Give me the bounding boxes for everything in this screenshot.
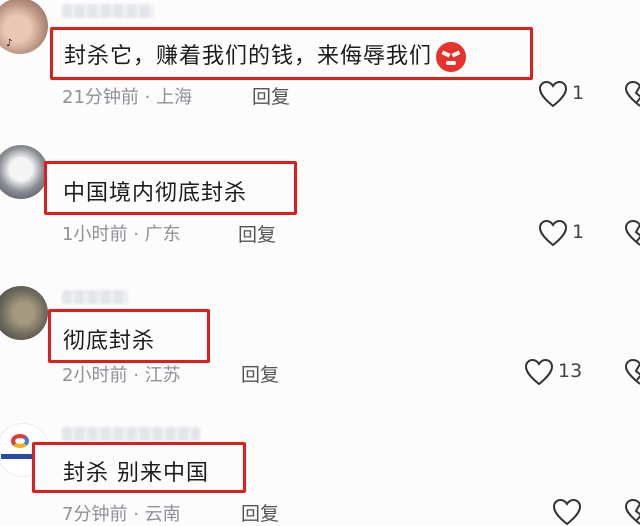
avatar[interactable] — [0, 145, 48, 199]
comment-meta: 1小时前 · 广东 — [62, 220, 181, 246]
reply-button[interactable]: 回复 — [238, 220, 276, 247]
comment-time: 7分钟前 — [62, 504, 128, 525]
heart-icon[interactable] — [552, 498, 582, 526]
comment-text: 中国境内彻底封杀 — [63, 181, 248, 206]
comment-meta: 2小时前 · 江苏 — [62, 361, 181, 387]
broken-heart-icon[interactable] — [624, 219, 640, 247]
comment-time: 2小时前 — [62, 365, 128, 386]
comment-item: 封杀 别来中国 7分钟前 · 云南 回复 — [0, 415, 640, 526]
like-count: 1 — [572, 82, 585, 104]
meta-separator: · — [144, 87, 151, 108]
comment-time: 21分钟前 — [62, 87, 139, 108]
comment-location: 云南 — [144, 504, 181, 525]
meta-separator: · — [133, 365, 139, 386]
comment-meta: 21分钟前 · 上海 — [62, 83, 192, 109]
comment-item: 中国境内彻底封杀 1小时前 · 广东 回复 1 — [0, 135, 640, 255]
comment-text: 封杀 别来中国 — [63, 461, 209, 486]
username[interactable] — [62, 290, 128, 304]
username[interactable] — [62, 4, 154, 18]
comment-meta: 7分钟前 · 云南 — [62, 500, 181, 526]
tiktok-badge-icon: ♪ — [6, 38, 13, 49]
reply-button[interactable]: 回复 — [252, 82, 290, 109]
comment-item: ♪ 封杀它，赚着我们的钱，来侮辱我们 21分钟前 · 上海 回复 1 — [0, 0, 640, 115]
like-count: 1 — [572, 221, 585, 243]
meta-separator: · — [133, 504, 139, 525]
broken-heart-icon[interactable] — [624, 80, 640, 108]
heart-icon[interactable] — [538, 219, 568, 247]
comment-time: 1小时前 — [62, 224, 128, 245]
heart-icon[interactable] — [538, 80, 568, 108]
comment-location: 上海 — [156, 87, 193, 108]
avatar[interactable]: ♪ — [0, 0, 48, 54]
broken-heart-icon[interactable] — [624, 358, 640, 386]
comment-location: 广东 — [144, 224, 181, 245]
reply-button[interactable]: 回复 — [241, 499, 279, 526]
avatar[interactable] — [0, 286, 48, 340]
logo-icon — [11, 434, 29, 448]
like-count: 13 — [558, 360, 583, 382]
broken-heart-icon[interactable] — [624, 498, 640, 526]
comment-text: 封杀它，赚着我们的钱，来侮辱我们 — [64, 38, 467, 72]
angry-face-emoji — [436, 42, 467, 72]
comment-item: 彻底封杀 2小时前 · 江苏 回复 13 — [0, 280, 640, 400]
meta-separator: · — [133, 224, 139, 245]
comment-text: 彻底封杀 — [63, 329, 156, 354]
reply-button[interactable]: 回复 — [241, 360, 279, 387]
comment-location: 江苏 — [144, 365, 181, 386]
username[interactable] — [62, 427, 200, 441]
heart-icon[interactable] — [524, 358, 554, 386]
